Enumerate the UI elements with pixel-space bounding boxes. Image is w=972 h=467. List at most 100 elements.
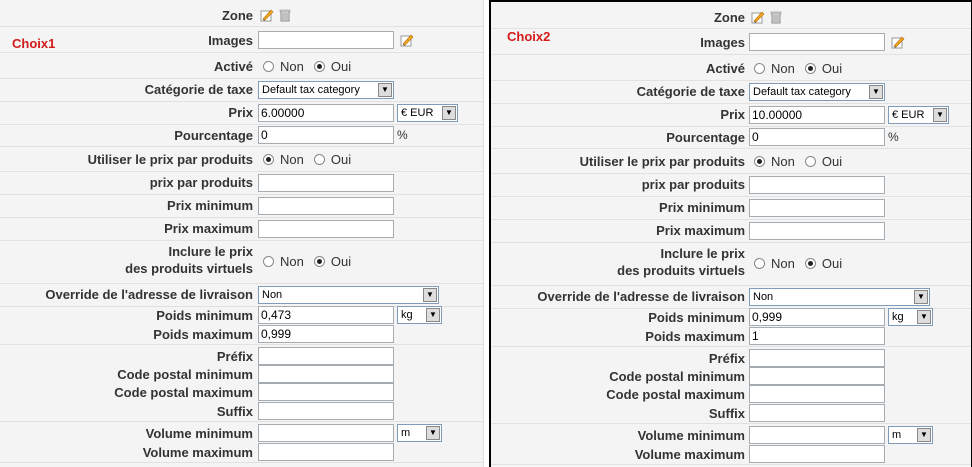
postal-max-input[interactable] [749,385,885,403]
form-row-percent: Pourcentage% [0,124,483,147]
postal-min-input[interactable] [749,367,885,385]
use-product-price-oui-radio[interactable] [804,155,816,167]
weight-min-input[interactable] [258,306,394,324]
active-oui-label: Oui [821,60,843,76]
price-per-product-input[interactable] [749,175,885,194]
price-input[interactable] [749,105,885,124]
use-product-price-non-radio[interactable] [263,153,274,165]
edit-icon[interactable] [891,35,905,49]
weight-min-input[interactable] [749,308,885,326]
volume-unit-select[interactable]: m ▼ [397,424,442,442]
tax-select-value: Default tax category [262,83,360,96]
price-max-input[interactable] [258,219,394,238]
active-oui-radio[interactable] [313,60,325,72]
chevron-down-icon[interactable]: ▼ [914,289,928,304]
chevron-down-icon[interactable]: ▼ [869,84,883,99]
use-product-price-oui-option[interactable]: Oui [313,152,351,167]
volume-min-control: m ▼ [749,426,933,444]
use-product-price-non-radio[interactable] [754,155,765,167]
trash-icon[interactable] [769,10,783,24]
postal-min-input[interactable] [258,365,394,383]
chevron-down-icon[interactable]: ▼ [426,426,440,440]
volume-min-input[interactable] [258,424,394,442]
percent-input[interactable] [258,126,394,144]
override-address-select[interactable]: Non ▼ [749,287,930,306]
active-oui-option[interactable]: Oui [313,59,351,74]
form-row-postal-min: Code postal minimum [0,365,483,383]
suffix-input[interactable] [749,404,885,422]
weight-unit-select[interactable]: kg ▼ [397,306,442,324]
trash-icon[interactable] [278,8,292,22]
chevron-down-icon[interactable]: ▼ [426,308,440,322]
suffix-input[interactable] [258,402,394,420]
currency-select[interactable]: € EUR ▼ [888,105,949,124]
price-per-product-control [258,171,394,194]
override-address-select-value: Non [753,290,774,303]
volume-max-input[interactable] [258,443,394,461]
use-product-price-oui-radio[interactable] [313,153,325,165]
percent-control: % [749,126,899,148]
tax-select[interactable]: Default tax category ▼ [258,80,394,99]
include-virtual-oui-radio[interactable] [313,256,325,267]
active-non-label: Non [280,58,304,74]
use-product-price-oui-option[interactable]: Oui [804,154,842,169]
include-virtual-non-radio[interactable] [263,256,274,267]
include-virtual-non-option[interactable]: Non [754,256,795,271]
chevron-down-icon[interactable]: ▼ [917,428,931,442]
weight-max-input[interactable] [258,325,394,343]
prefix-input[interactable] [749,349,885,367]
include-virtual-non-option[interactable]: Non [263,254,304,269]
edit-icon[interactable] [751,10,765,24]
include-virtual-oui-option[interactable]: Oui [804,256,842,271]
images-input[interactable] [749,33,885,51]
include-virtual-oui-option[interactable]: Oui [313,254,351,269]
price-per-product-input[interactable] [258,173,394,192]
active-non-radio[interactable] [263,60,274,72]
volume-unit-select[interactable]: m ▼ [888,426,933,444]
volume-min-label: Volume minimum [0,425,253,442]
weight-unit-select[interactable]: kg ▼ [888,308,933,326]
edit-icon[interactable] [400,33,414,47]
include-virtual-label-line1: Inclure le prix [660,246,745,261]
chevron-down-icon[interactable]: ▼ [378,82,392,97]
weight-max-input[interactable] [749,327,885,345]
volume-min-input[interactable] [749,426,885,444]
active-non-radio[interactable] [754,62,765,74]
price-max-input[interactable] [749,221,885,240]
active-non-label: Non [771,60,795,76]
chevron-down-icon[interactable]: ▼ [933,107,947,122]
tax-control: Default tax category ▼ [258,78,394,101]
active-oui-option[interactable]: Oui [804,60,843,76]
active-non-option[interactable]: Non [754,61,795,76]
use-product-price-non-option[interactable]: Non [754,154,795,169]
price-per-product-control [749,173,885,196]
chevron-down-icon[interactable]: ▼ [423,287,437,302]
currency-select[interactable]: € EUR ▼ [397,103,458,122]
price-input[interactable] [258,103,394,122]
include-virtual-non-radio[interactable] [754,258,765,269]
postal-max-input[interactable] [258,383,394,401]
volume-max-control [749,444,885,464]
chevron-down-icon[interactable]: ▼ [442,105,456,120]
images-input[interactable] [258,31,394,49]
prefix-input[interactable] [258,347,394,365]
volume-max-input[interactable] [749,445,885,463]
use-product-price-non-option[interactable]: Non [263,152,304,167]
edit-icon[interactable] [260,8,274,22]
override-address-select[interactable]: Non ▼ [258,285,439,304]
price-min-input[interactable] [258,196,394,215]
active-oui-radio[interactable] [804,62,816,74]
price-label-text: Prix [720,107,745,122]
price-min-input[interactable] [749,198,885,217]
form-row-suffix: Suffix [0,401,483,422]
tax-select[interactable]: Default tax category ▼ [749,82,885,101]
volume-min-label-text: Volume minimum [637,427,745,443]
include-virtual-oui-radio[interactable] [804,258,816,269]
tax-label-text: Catégorie de taxe [144,82,253,97]
percent-input[interactable] [749,128,885,146]
chevron-down-icon[interactable]: ▼ [917,310,931,324]
form-row-percent: Pourcentage% [491,126,971,149]
active-non-option[interactable]: Non [263,59,304,74]
use-product-price-non-label: Non [280,151,304,167]
weight-unit-select-value: kg [892,311,904,323]
